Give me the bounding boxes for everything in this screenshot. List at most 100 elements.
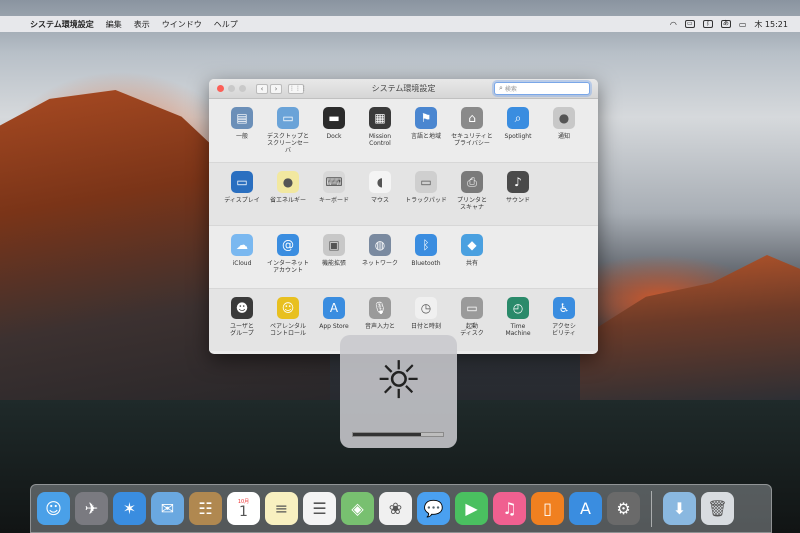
search-placeholder: 検索	[504, 86, 517, 93]
pref-label: デスクトップと スクリーンセーバ	[266, 133, 309, 154]
menu-view[interactable]: 表示	[134, 19, 150, 30]
forward-button[interactable]: ›	[270, 83, 282, 94]
printer-icon: ⎙	[461, 171, 483, 193]
pref-display[interactable]: ▭ ディスプレイ	[219, 171, 265, 204]
startup-disk-icon: ▭	[461, 297, 483, 319]
pref-desktop[interactable]: ▭ デスクトップと スクリーンセーバ	[265, 107, 311, 154]
back-button[interactable]: ‹	[256, 83, 268, 94]
brightness-icon: ☼	[375, 351, 422, 411]
mouse-icon: ◖	[369, 171, 391, 193]
pref-label: Dock	[326, 133, 342, 140]
menu-bar: システム環境設定 編集 表示 ウインドウ ヘルプ ◠ ▭ ᛒ あ ▭ 木 15:…	[0, 16, 800, 32]
language-icon: ⚑	[415, 107, 437, 129]
pref-security[interactable]: ⌂ セキュリティと プライバシー	[449, 107, 495, 147]
dock-downloads-icon[interactable]: ⬇	[663, 492, 696, 525]
pref-date-time[interactable]: ◷ 日付と時刻	[403, 297, 449, 330]
preference-panes: ▤ 一般 ▭ デスクトップと スクリーンセーバ ▬ Dock ▦ Mission Contro…	[209, 99, 598, 351]
pref-language[interactable]: ⚑ 言語と地域	[403, 107, 449, 140]
pref-dictation[interactable]: 🎙 音声入力と	[357, 297, 403, 330]
menu-clock[interactable]: 木 15:21	[754, 19, 788, 30]
pref-section-3: ☁ iCloud @ インターネット アカウント ▣ 機能拡張 ◍ ネットワーク ᛒ Blueto…	[209, 225, 598, 288]
search-icon: ⌕	[499, 84, 503, 92]
pref-network[interactable]: ◍ ネットワーク	[357, 234, 403, 267]
menu-app-name[interactable]: システム環境設定	[30, 19, 94, 30]
dock: ☺ ✈ ✶ ✉ ☷ 10月 1 ≡ ☰ ◈ ❀ 💬 ▶ ♫ ▯ A ⚙ ⬇ 🗑	[30, 484, 772, 533]
dock-maps-icon[interactable]: ◈	[341, 492, 374, 525]
sharing-icon: ◆	[461, 234, 483, 256]
dock-finder-icon[interactable]: ☺	[37, 492, 70, 525]
minimize-button[interactable]	[228, 85, 235, 92]
brightness-hud: ☼	[340, 335, 457, 448]
pref-mission-control[interactable]: ▦ Mission Control	[357, 107, 403, 147]
network-icon: ◍	[369, 234, 391, 256]
pref-label: Time Machine	[505, 323, 531, 337]
pref-label: ネットワーク	[361, 260, 398, 267]
pref-users[interactable]: ☻ ユーザと グループ	[219, 297, 265, 337]
pref-icloud[interactable]: ☁ iCloud	[219, 234, 265, 267]
pref-section-2: ▭ ディスプレイ ● 省エネルギー ⌨ キーボード ◖ マウス ▭ トラックパッド ⎙ プリンタと ス…	[209, 162, 598, 225]
calendar-day: 1	[239, 503, 248, 520]
pref-label: 言語と地域	[410, 133, 441, 140]
show-all-button[interactable]: ⋮⋮⋮	[288, 83, 307, 94]
bluetooth-status-icon[interactable]: ᛒ	[702, 20, 713, 28]
wifi-icon[interactable]: ◠	[670, 20, 677, 29]
dock-photos-icon[interactable]: ❀	[379, 492, 412, 525]
dock-facetime-icon[interactable]: ▶	[455, 492, 488, 525]
pref-app-store[interactable]: A App Store	[311, 297, 357, 330]
pref-mouse[interactable]: ◖ マウス	[357, 171, 403, 204]
menu-help[interactable]: ヘルプ	[214, 19, 238, 30]
sound-icon: ♪	[507, 171, 529, 193]
pref-accessibility[interactable]: ♿ アクセシ ビリティ	[541, 297, 587, 337]
pref-label: 通知	[557, 133, 570, 140]
pref-label: 機能拡張	[321, 260, 346, 267]
pref-label: 起動 ディスク	[460, 323, 484, 337]
input-method-icon[interactable]: あ	[720, 20, 731, 28]
dock-trash-icon[interactable]: 🗑	[701, 492, 734, 525]
search-field[interactable]: ⌕ 検索	[494, 82, 590, 95]
time-machine-icon: ◴	[507, 297, 529, 319]
pref-energy-saver[interactable]: ● 省エネルギー	[265, 171, 311, 204]
dock-launchpad-icon[interactable]: ✈	[75, 492, 108, 525]
keyboard-icon: ⌨	[323, 171, 345, 193]
pref-keyboard[interactable]: ⌨ キーボード	[311, 171, 357, 204]
pref-printer[interactable]: ⎙ プリンタと スキャナ	[449, 171, 495, 211]
pref-label: ユーザと グループ	[230, 323, 254, 337]
pref-general[interactable]: ▤ 一般	[219, 107, 265, 140]
brightness-level-bar	[352, 432, 444, 437]
pref-startup-disk[interactable]: ▭ 起動 ディスク	[449, 297, 495, 337]
pref-label: 一般	[235, 133, 248, 140]
dock-messages-icon[interactable]: 💬	[417, 492, 450, 525]
menu-window[interactable]: ウインドウ	[162, 19, 202, 30]
zoom-button[interactable]	[239, 85, 246, 92]
pref-sound[interactable]: ♪ サウンド	[495, 171, 541, 204]
menu-edit[interactable]: 編集	[106, 19, 122, 30]
battery-icon[interactable]: ▭	[739, 20, 747, 29]
dock-system-preferences-icon[interactable]: ⚙	[607, 492, 640, 525]
display-mirror-icon[interactable]: ▭	[684, 20, 695, 28]
dock-contacts-icon[interactable]: ☷	[189, 492, 222, 525]
pref-notifications[interactable]: ● 通知	[541, 107, 587, 140]
pref-label: マウス	[370, 197, 389, 204]
pref-parental-controls[interactable]: ☺ ペアレンタル コントロール	[265, 297, 311, 337]
close-button[interactable]	[217, 85, 224, 92]
dock-mail-icon[interactable]: ✉	[151, 492, 184, 525]
pref-label: セキュリティと プライバシー	[451, 133, 493, 147]
dock-ibooks-icon[interactable]: ▯	[531, 492, 564, 525]
dock-safari-icon[interactable]: ✶	[113, 492, 146, 525]
pref-trackpad[interactable]: ▭ トラックパッド	[403, 171, 449, 204]
pref-sharing[interactable]: ◆ 共有	[449, 234, 495, 267]
pref-bluetooth[interactable]: ᛒ Bluetooth	[403, 234, 449, 267]
pref-spotlight[interactable]: ⌕ Spotlight	[495, 107, 541, 140]
dock-app-store-icon[interactable]: A	[569, 492, 602, 525]
pref-time-machine[interactable]: ◴ Time Machine	[495, 297, 541, 337]
dock-separator	[651, 490, 652, 527]
pref-internet-accounts[interactable]: @ インターネット アカウント	[265, 234, 311, 274]
window-titlebar[interactable]: ‹ › ⋮⋮⋮ システム環境設定 ⌕ 検索	[209, 79, 598, 99]
pref-extensions[interactable]: ▣ 機能拡張	[311, 234, 357, 267]
dock-calendar-icon[interactable]: 10月 1	[227, 492, 260, 525]
dock-notes-icon[interactable]: ≡	[265, 492, 298, 525]
dock-reminders-icon[interactable]: ☰	[303, 492, 336, 525]
pref-dock[interactable]: ▬ Dock	[311, 107, 357, 140]
dock-itunes-icon[interactable]: ♫	[493, 492, 526, 525]
extensions-icon: ▣	[323, 234, 345, 256]
